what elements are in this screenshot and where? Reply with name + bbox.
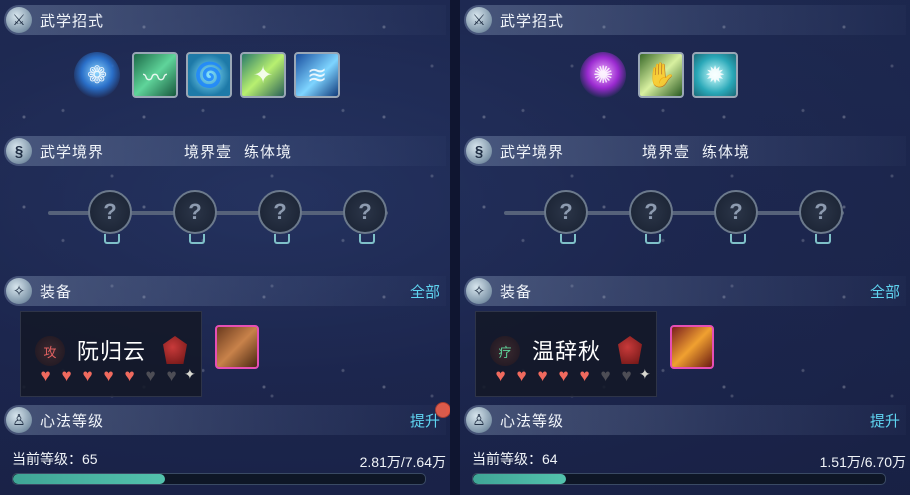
armor-icon: ✧ [466, 278, 492, 304]
skill-slot-4-icon[interactable]: ≋ [294, 52, 340, 98]
meditation-icon: ♙ [6, 407, 32, 433]
heart-full-icon: ♥ [495, 366, 506, 385]
heart-full-icon: ♥ [558, 366, 569, 385]
realm-stage: 练体境 [244, 143, 293, 161]
heart-full-icon: ♥ [61, 366, 72, 385]
heart-empty-icon: ♥ [621, 366, 632, 385]
bond-gift-icon: ✦ [184, 366, 196, 382]
heart-empty-icon: ♥ [145, 366, 156, 385]
skills-title: 武学招式 [40, 12, 105, 30]
character-card[interactable]: 攻 阮归云 ♥ ♥ ♥ ♥ ♥ ♥ ♥ ✦ [20, 311, 202, 397]
skill-slot-3-icon[interactable]: ✦ [240, 52, 286, 98]
equip-section-header: ✧ 装备 全部 [4, 276, 446, 306]
skills-list: ✺ ✋ ✹ [580, 50, 746, 100]
realm-node-2-locked-icon[interactable]: ? [629, 190, 673, 244]
heart-empty-icon: ♥ [600, 366, 611, 385]
heart-full-icon: ♥ [124, 366, 135, 385]
character-panel-left: ⚔ 武学招式 ❁ 〰 🌀 ✦ ≋ § 武学境界 境界壹 练体境 ? ? ? ? … [0, 0, 450, 495]
current-level: 当前等级：65 [12, 451, 98, 467]
exp-bar [12, 473, 426, 485]
bond-hearts: ♥ ♥ ♥ ♥ ♥ ♥ ♥ ✦ [35, 366, 196, 386]
realm-stage: 练体境 [702, 143, 751, 161]
skills-section-header: ⚔ 武学招式 [4, 5, 446, 35]
realm-track: ? ? ? ? [48, 190, 388, 250]
realm-node-1-locked-icon[interactable]: ? [544, 190, 588, 244]
realm-node-3-locked-icon[interactable]: ? [714, 190, 758, 244]
equip-all-link[interactable]: 全部 [870, 281, 900, 302]
exp-text: 2.81万/7.64万 [359, 454, 446, 470]
sword-icon: ⚔ [466, 7, 492, 33]
skills-section-header: ⚔ 武学招式 [464, 5, 906, 35]
realm-section-header: § 武学境界 境界壹 练体境 [4, 136, 446, 166]
realm-node-4-locked-icon[interactable]: ? [799, 190, 843, 244]
meditation-icon: ♙ [466, 407, 492, 433]
swirl-icon: § [466, 138, 492, 164]
realm-section-header: § 武学境界 境界壹 练体境 [464, 136, 906, 166]
exp-text: 1.51万/6.70万 [819, 454, 906, 470]
upgrade-link[interactable]: 提升 [410, 410, 440, 431]
character-card[interactable]: 疗 温辞秋 ♥ ♥ ♥ ♥ ♥ ♥ ♥ ✦ [475, 311, 657, 397]
realm-title: 武学境界 [500, 143, 565, 161]
main-skill-icon[interactable]: ❁ [74, 52, 120, 98]
panel-divider [450, 0, 460, 495]
current-level: 当前等级：64 [472, 451, 558, 467]
equip-section-header: ✧ 装备 全部 [464, 276, 906, 306]
heart-empty-icon: ♥ [166, 366, 177, 385]
heal-role-badge: 疗 [490, 336, 520, 366]
mind-title: 心法等级 [500, 412, 565, 430]
mind-section-header: ♙ 心法等级 提升 [464, 405, 906, 435]
equipment-armor-icon[interactable] [215, 325, 259, 369]
heart-full-icon: ♥ [82, 366, 93, 385]
skills-list: ❁ 〰 🌀 ✦ ≋ [74, 50, 348, 100]
exp-fill [13, 474, 165, 484]
heart-full-icon: ♥ [579, 366, 590, 385]
realm-node-3-locked-icon[interactable]: ? [258, 190, 302, 244]
character-name: 温辞秋 [532, 339, 602, 364]
swirl-icon: § [6, 138, 32, 164]
realm-track: ? ? ? ? [504, 190, 844, 250]
character-panel-right: ⚔ 武学招式 ✺ ✋ ✹ § 武学境界 境界壹 练体境 ? ? ? ? ✧ 装备… [460, 0, 910, 495]
equip-all-link[interactable]: 全部 [410, 281, 440, 302]
heart-full-icon: ♥ [103, 366, 114, 385]
character-name: 阮归云 [77, 339, 147, 364]
sword-icon: ⚔ [6, 7, 32, 33]
heart-full-icon: ♥ [40, 366, 51, 385]
equip-title: 装备 [500, 283, 533, 301]
bond-hearts: ♥ ♥ ♥ ♥ ♥ ♥ ♥ ✦ [490, 366, 651, 386]
mind-section-header: ♙ 心法等级 提升 [4, 405, 446, 435]
armor-icon: ✧ [6, 278, 32, 304]
heart-full-icon: ♥ [537, 366, 548, 385]
main-skill-icon[interactable]: ✺ [580, 52, 626, 98]
skills-title: 武学招式 [500, 12, 565, 30]
equipment-armor-icon[interactable] [670, 325, 714, 369]
upgrade-link[interactable]: 提升 [870, 410, 900, 431]
faction-emblem-icon [618, 336, 642, 364]
equip-title: 装备 [40, 283, 73, 301]
heart-full-icon: ♥ [516, 366, 527, 385]
realm-node-1-locked-icon[interactable]: ? [88, 190, 132, 244]
realm-node-2-locked-icon[interactable]: ? [173, 190, 217, 244]
realm-level: 境界壹 [184, 143, 233, 161]
skill-slot-1-icon[interactable]: ✋ [638, 52, 684, 98]
skill-slot-1-icon[interactable]: 〰 [132, 52, 178, 98]
exp-fill [473, 474, 566, 484]
skill-slot-2-icon[interactable]: 🌀 [186, 52, 232, 98]
bond-gift-icon: ✦ [639, 366, 651, 382]
attack-role-badge: 攻 [35, 336, 65, 366]
exp-bar [472, 473, 886, 485]
realm-level: 境界壹 [642, 143, 691, 161]
mind-title: 心法等级 [40, 412, 105, 430]
faction-emblem-icon [163, 336, 187, 364]
realm-title: 武学境界 [40, 143, 105, 161]
realm-node-4-locked-icon[interactable]: ? [343, 190, 387, 244]
skill-slot-2-icon[interactable]: ✹ [692, 52, 738, 98]
